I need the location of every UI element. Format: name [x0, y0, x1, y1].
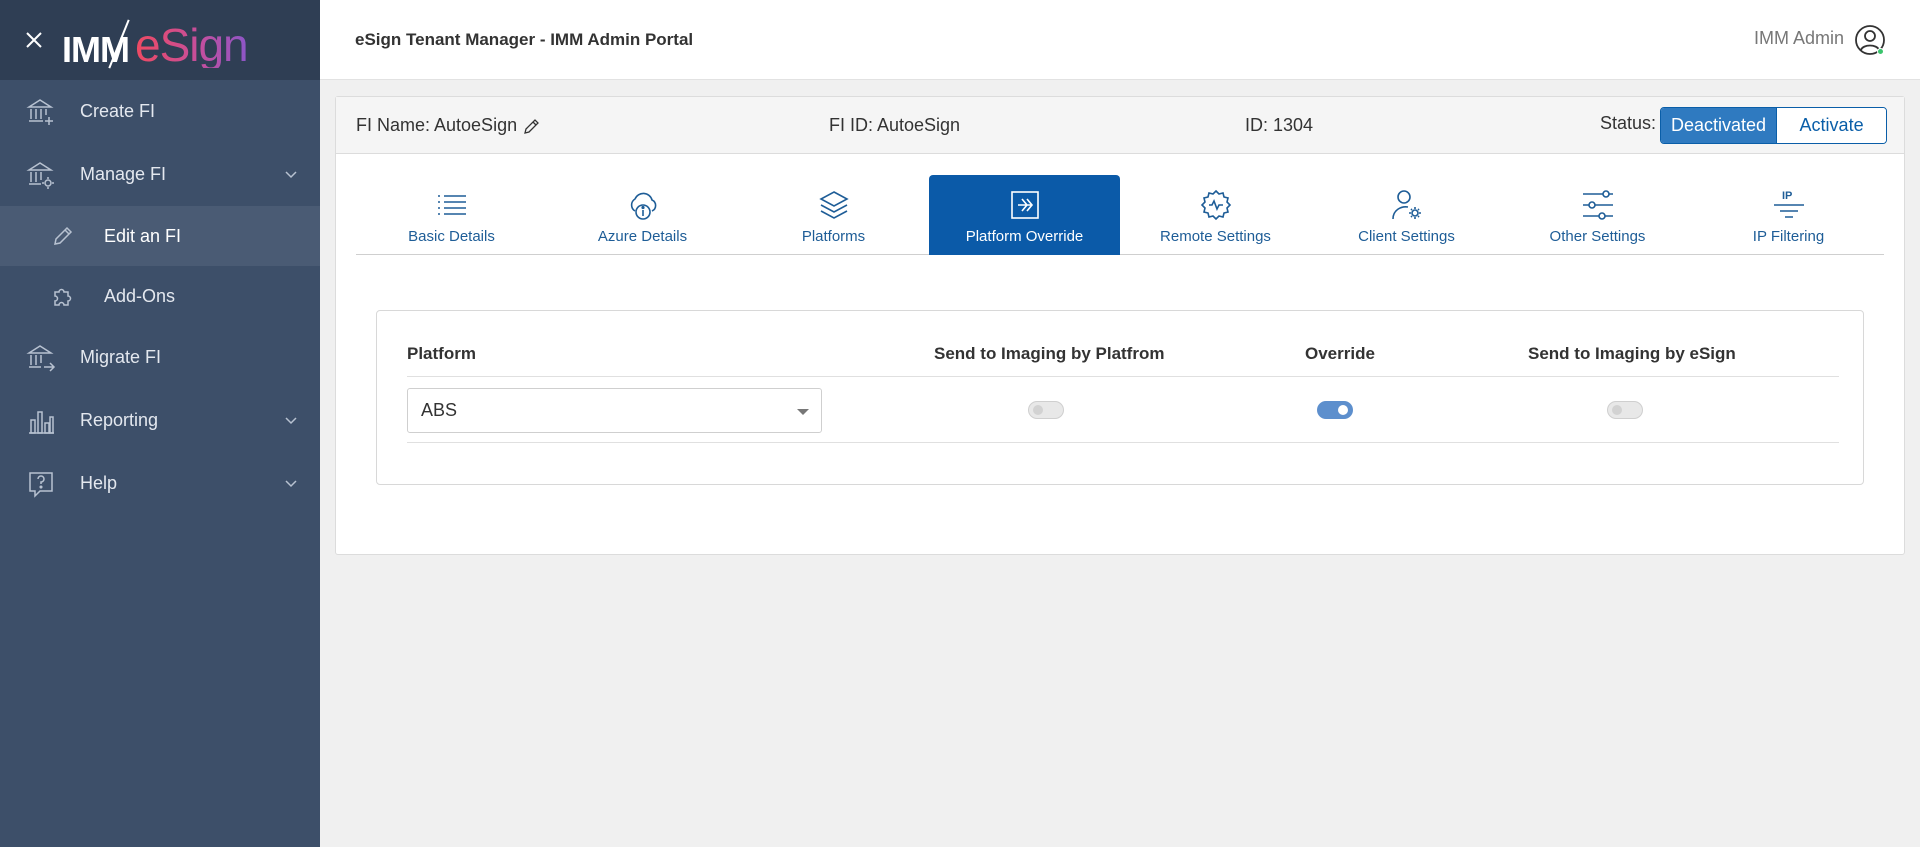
sidebar: IMM eSign Create FI Manage FI Edit an FI… — [0, 0, 320, 847]
user-name[interactable]: IMM Admin — [1754, 28, 1844, 49]
fi-info-bar: FI Name: AutoeSign FI ID: AutoeSign ID: … — [336, 97, 1904, 154]
sidebar-item-add-ons[interactable]: Add-Ons — [0, 266, 320, 326]
ip-filter-icon: IP — [1771, 187, 1807, 223]
top-header: eSign Tenant Manager - IMM Admin Portal … — [320, 0, 1920, 80]
table-row: ABS — [407, 377, 1839, 443]
chevron-down-icon — [284, 167, 298, 186]
help-bubble-icon — [26, 469, 56, 499]
activate-button[interactable]: Activate — [1776, 108, 1887, 143]
platform-override-table: Platform Send to Imaging by Platfrom Ove… — [376, 310, 1864, 485]
layers-icon — [816, 187, 852, 223]
user-gear-icon — [1389, 187, 1425, 223]
fi-id: FI ID: AutoeSign — [829, 115, 961, 135]
deactivated-option[interactable]: Deactivated — [1661, 108, 1777, 143]
fi-details-card: FI Name: AutoeSign FI ID: AutoeSign ID: … — [335, 96, 1905, 555]
caret-down-icon — [797, 409, 809, 415]
sidebar-item-edit-fi[interactable]: Edit an FI — [0, 206, 320, 266]
settings-tabs: Basic Details Azure Details Platforms Pl… — [356, 175, 1884, 255]
chevron-down-icon — [284, 413, 298, 432]
tab-azure-details[interactable]: Azure Details — [547, 175, 738, 255]
bar-chart-icon — [26, 406, 56, 436]
page-title: eSign Tenant Manager - IMM Admin Portal — [355, 30, 694, 49]
bank-gear-icon — [26, 160, 56, 190]
column-header-override: Override — [1305, 344, 1375, 363]
column-header-send-by-esign: Send to Imaging by eSign — [1528, 344, 1736, 363]
puzzle-icon — [48, 281, 78, 311]
send-by-platform-toggle[interactable] — [1028, 401, 1064, 419]
sidebar-item-create-fi[interactable]: Create FI — [0, 80, 320, 143]
pencil-icon — [48, 221, 78, 251]
tab-other-settings[interactable]: Other Settings — [1502, 175, 1693, 255]
tab-client-settings[interactable]: Client Settings — [1311, 175, 1502, 255]
tab-platform-override[interactable]: Platform Override — [929, 175, 1120, 255]
column-header-send-by-platform: Send to Imaging by Platfrom — [934, 344, 1165, 363]
fi-name: FI Name: AutoeSign — [356, 115, 541, 136]
status-label: Status: — [1600, 113, 1657, 133]
override-toggle[interactable] — [1317, 401, 1353, 419]
status-toggle: Deactivated Activate — [1660, 107, 1888, 144]
online-status-dot — [1877, 48, 1884, 55]
remote-gear-icon — [1198, 187, 1234, 223]
cloud-info-icon — [625, 187, 661, 223]
edit-pencil-icon[interactable] — [523, 117, 541, 135]
platform-select[interactable]: ABS — [407, 388, 822, 433]
table-header: Platform Send to Imaging by Platfrom Ove… — [407, 340, 1839, 377]
chevron-down-icon — [284, 476, 298, 495]
tab-ip-filtering[interactable]: IP IP Filtering — [1693, 175, 1884, 255]
override-arrow-icon — [1007, 187, 1043, 223]
tab-platforms[interactable]: Platforms — [738, 175, 929, 255]
brand-logo: IMM eSign — [62, 19, 249, 71]
list-icon — [434, 187, 470, 223]
bank-plus-icon — [26, 97, 56, 127]
tab-basic-details[interactable]: Basic Details — [356, 175, 547, 255]
tab-remote-settings[interactable]: Remote Settings — [1120, 175, 1311, 255]
svg-text:IP: IP — [1782, 190, 1792, 202]
sliders-icon — [1580, 187, 1616, 223]
sidebar-item-migrate-fi[interactable]: Migrate FI — [0, 326, 320, 389]
sidebar-item-help[interactable]: Help — [0, 452, 320, 515]
sidebar-header: IMM eSign — [0, 0, 320, 80]
fi-numeric-id: ID: 1304 — [1245, 115, 1314, 135]
close-icon[interactable] — [22, 28, 46, 52]
column-header-platform: Platform — [407, 344, 476, 363]
bank-arrow-icon — [26, 343, 56, 373]
send-by-esign-toggle[interactable] — [1607, 401, 1643, 419]
sidebar-item-manage-fi[interactable]: Manage FI — [0, 143, 320, 206]
sidebar-item-reporting[interactable]: Reporting — [0, 389, 320, 452]
